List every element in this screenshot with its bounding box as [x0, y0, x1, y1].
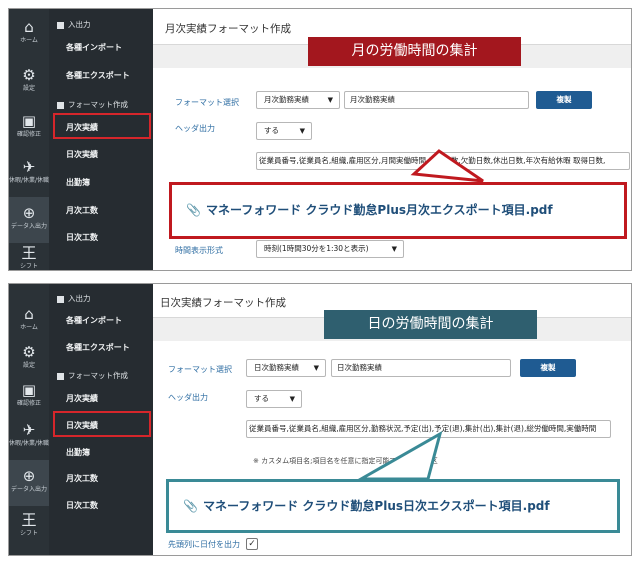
home-icon: ⌂	[24, 18, 34, 36]
io-heading: 入出力	[57, 293, 91, 304]
custom-name-note: ※ カスタム項目名;項目名を任意に指定可能です。カンマ区	[253, 457, 438, 465]
icon-rail: ⌂ ホーム ⚙ 設定 ▣ 確認修正 ✈ 休暇/休業/休職 ⊕ データ入出力 王 …	[9, 284, 49, 555]
rail-shift[interactable]: 王 シフト	[9, 237, 49, 270]
header-output-label: ヘッダ出力	[175, 124, 215, 133]
rail-leave[interactable]: ✈ 休暇/休業/休職	[9, 414, 49, 460]
page-title: 月次実績フォーマット作成	[165, 23, 291, 35]
copy-button[interactable]: 複製	[520, 359, 576, 377]
square-bullet-icon	[57, 372, 64, 380]
square-bullet-icon	[57, 295, 64, 303]
menu-export[interactable]: 各種エクスポート	[66, 342, 130, 353]
clipboard-icon: ▣	[21, 381, 37, 399]
header-output-select[interactable]: する ▼	[246, 390, 302, 408]
rail-shift[interactable]: 王 シフト	[9, 504, 49, 550]
monthly-pdf-callout[interactable]: 📎 マネーフォワード クラウド勤怠Plus月次エクスポート項目.pdf	[169, 182, 627, 239]
columns-input[interactable]: 従業員番号,従業員名,組織,雇用区分,月間実働時間,出勤日数,欠勤日数,休出日数…	[256, 152, 630, 170]
monthly-highlight-box	[53, 113, 151, 139]
format-select-label: フォーマット選択	[175, 98, 239, 107]
caret-down-icon: ▼	[313, 364, 319, 372]
format-select-label: フォーマット選択	[168, 365, 232, 374]
icon-rail: ⌂ ホーム ⚙ 設定 ▣ 確認修正 ✈ 休暇/休業/休職 ⊕ データ入出力 王 …	[9, 9, 49, 270]
paperclip-icon: 📎	[186, 203, 201, 217]
copy-button[interactable]: 複製	[536, 91, 592, 109]
daily-pdf-callout[interactable]: 📎 マネーフォワード クラウド勤怠Plus日次エクスポート項目.pdf	[166, 479, 620, 533]
gear-icon: ⚙	[22, 343, 36, 361]
menu-monthly[interactable]: 月次実績	[66, 393, 98, 404]
caret-down-icon: ▼	[391, 245, 397, 253]
first-column-date-checkbox[interactable]: ✓	[246, 538, 258, 550]
caret-down-icon: ▼	[327, 96, 333, 104]
paperclip-icon: 📎	[183, 499, 198, 513]
header-output-label: ヘッダ出力	[168, 393, 208, 402]
square-bullet-icon	[57, 101, 64, 109]
sub-menu: 入出力 各種インポート 各種エクスポート フォーマット作成 月次実績 日次実績 …	[49, 284, 153, 555]
format-name-input[interactable]: 月次勤務実績	[344, 91, 529, 109]
sub-menu: 入出力 各種インポート 各種エクスポート フォーマット作成 月次実績 日次実績 …	[49, 9, 153, 270]
daily-highlight-box	[53, 411, 151, 437]
send-icon: ✈	[22, 158, 36, 176]
monthly-format-panel: ⌂ ホーム ⚙ 設定 ▣ 確認修正 ✈ 休暇/休業/休職 ⊕ データ入出力 王 …	[8, 8, 632, 271]
format-select[interactable]: 月次勤務実績 ▼	[256, 91, 340, 109]
home-icon: ⌂	[24, 305, 34, 323]
rail-leave[interactable]: ✈ 休暇/休業/休職	[9, 151, 49, 197]
format-heading: フォーマット作成	[57, 99, 128, 110]
format-select[interactable]: 日次勤務実績 ▼	[246, 359, 326, 377]
time-format-select[interactable]: 時刻(1時間30分を1:30と表示) ▼	[256, 240, 404, 258]
rail-export[interactable]: ⊕ データ入出力	[9, 460, 49, 506]
shift-icon: 王	[21, 511, 37, 529]
send-icon: ✈	[22, 421, 36, 439]
square-bullet-icon	[57, 21, 64, 29]
menu-daily[interactable]: 日次実績	[66, 149, 98, 160]
menu-attendance[interactable]: 出勤簿	[66, 177, 90, 188]
menu-import[interactable]: 各種インポート	[66, 315, 122, 326]
clipboard-icon: ▣	[21, 112, 37, 130]
io-heading: 入出力	[57, 19, 91, 30]
gear-icon: ⚙	[22, 66, 36, 84]
menu-daily-hours[interactable]: 日次工数	[66, 232, 98, 243]
menu-attendance[interactable]: 出勤簿	[66, 447, 90, 458]
menu-import[interactable]: 各種インポート	[66, 42, 122, 53]
caret-down-icon: ▼	[299, 127, 305, 135]
caret-down-icon: ▼	[289, 395, 295, 403]
columns-input[interactable]: 従業員番号,従業員名,組織,雇用区分,勤務状況,予定(出),予定(退),集計(出…	[246, 420, 611, 438]
rail-home[interactable]: ⌂ ホーム	[9, 11, 49, 57]
menu-export[interactable]: 各種エクスポート	[66, 70, 130, 81]
download-icon: ⊕	[22, 467, 36, 485]
page-title: 日次実績フォーマット作成	[160, 297, 286, 309]
menu-monthly-hours[interactable]: 月次工数	[66, 205, 98, 216]
menu-daily-hours[interactable]: 日次工数	[66, 500, 98, 511]
shift-icon: 王	[21, 244, 37, 262]
rail-settings[interactable]: ⚙ 設定	[9, 59, 49, 105]
monthly-banner: 月の労働時間の集計	[308, 37, 521, 66]
daily-format-panel: ⌂ ホーム ⚙ 設定 ▣ 確認修正 ✈ 休暇/休業/休職 ⊕ データ入出力 王 …	[8, 283, 632, 556]
header-output-select[interactable]: する ▼	[256, 122, 312, 140]
download-icon: ⊕	[22, 204, 36, 222]
first-column-date-label: 先頭列に日付を出力	[168, 540, 240, 549]
rail-confirm[interactable]: ▣ 確認修正	[9, 105, 49, 151]
menu-monthly-hours[interactable]: 月次工数	[66, 473, 98, 484]
daily-banner: 日の労働時間の集計	[324, 310, 537, 339]
format-heading: フォーマット作成	[57, 370, 128, 381]
time-format-label: 時間表示形式	[175, 246, 223, 255]
format-name-input[interactable]: 日次勤務実績	[331, 359, 511, 377]
